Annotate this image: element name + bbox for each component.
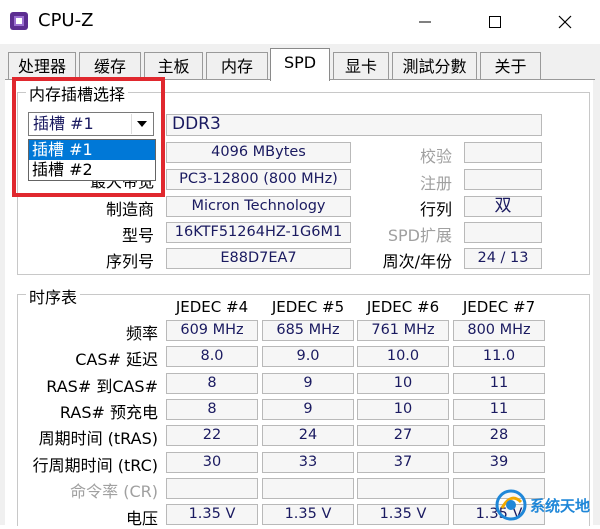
registered-field — [464, 169, 542, 190]
manufacturer-label: 制造商 — [105, 200, 154, 219]
timing-column-header: JEDEC #4 — [175, 298, 249, 316]
timing-cell: 1.35 V — [357, 504, 449, 525]
timing-cell: 22 — [166, 425, 258, 446]
timing-cell: 1.35 V — [166, 504, 258, 525]
ecc-label: 校验 — [419, 147, 452, 166]
memory-type-field: DDR3 — [166, 114, 542, 136]
module-size-field: 4096 MBytes — [166, 142, 351, 163]
title-bar: CPU-Z — [0, 0, 600, 44]
tab-strip: 处理器 缓存 主板 内存 SPD 显卡 測試分數 关于 — [0, 44, 600, 81]
timing-cell: 10 — [357, 373, 449, 394]
maximize-button[interactable] — [466, 0, 524, 44]
close-icon — [558, 15, 572, 29]
cpuz-window: CPU-Z 处理器 缓存 主板 内存 SPD 显卡 測試分數 关于 内存插槽选择… — [0, 0, 600, 528]
timing-row-label: 行周期时间 (tRC) — [32, 456, 158, 475]
timing-row-label: 周期时间 (tRAS) — [38, 429, 158, 448]
tab-bench[interactable]: 測試分數 — [392, 52, 477, 80]
timing-cell: 609 MHz — [166, 320, 258, 341]
timing-cell: 1.35 V — [262, 504, 354, 525]
timing-cell: 39 — [453, 452, 545, 473]
week-year-field: 24 / 13 — [464, 248, 542, 269]
timing-cell: 24 — [262, 425, 354, 446]
watermark-logo-icon — [495, 489, 527, 521]
timing-cell: 37 — [357, 452, 449, 473]
maximize-icon — [489, 16, 501, 28]
timing-cell: 11 — [453, 399, 545, 420]
timing-group-title: 时序表 — [26, 284, 81, 308]
timing-cell: 11 — [453, 373, 545, 394]
close-button[interactable] — [536, 0, 594, 44]
tab-graphics[interactable]: 显卡 — [333, 52, 389, 80]
week-year-label: 周次/年份 — [382, 252, 452, 271]
timing-cell — [357, 478, 449, 499]
manufacturer-field: Micron Technology — [166, 196, 351, 217]
spd-ext-label: SPD扩展 — [387, 226, 452, 245]
timing-cell — [262, 478, 354, 499]
tab-about[interactable]: 关于 — [480, 52, 541, 80]
tab-caches[interactable]: 缓存 — [79, 52, 141, 80]
timing-row-label: RAS# 预充电 — [59, 403, 158, 422]
ranks-field: 双 — [464, 196, 542, 217]
timing-cell: 11.0 — [453, 346, 545, 367]
timing-cell: 9 — [262, 399, 354, 420]
ranks-label: 行列 — [419, 200, 452, 219]
timing-cell: 10.0 — [357, 346, 449, 367]
timing-cell: 8 — [166, 373, 258, 394]
minimize-button[interactable] — [396, 0, 454, 44]
timing-row-label: 电压 — [125, 509, 158, 528]
timing-cell: 10 — [357, 399, 449, 420]
timing-row-label: RAS# 到CAS# — [46, 377, 158, 396]
timing-column-header: JEDEC #6 — [366, 298, 440, 316]
timing-cell: 27 — [357, 425, 449, 446]
highlight-box — [12, 77, 165, 197]
timing-cell: 685 MHz — [262, 320, 354, 341]
site-watermark: 系统天地 — [494, 488, 598, 522]
timing-cell: 8.0 — [166, 346, 258, 367]
part-number-field: 16KTF51264HZ-1G6M1 — [166, 222, 351, 243]
timing-cell: 28 — [453, 425, 545, 446]
cpuz-app-icon — [10, 12, 28, 30]
tab-memory[interactable]: 内存 — [206, 52, 268, 80]
timing-cell: 8 — [166, 399, 258, 420]
timing-column-header: JEDEC #7 — [462, 298, 536, 316]
timing-cell — [166, 478, 258, 499]
timing-row-label: 频率 — [125, 324, 158, 343]
tab-mainboard[interactable]: 主板 — [144, 52, 203, 80]
window-title: CPU-Z — [38, 10, 94, 31]
tab-cpu[interactable]: 处理器 — [8, 52, 76, 80]
timing-cell: 800 MHz — [453, 320, 545, 341]
watermark-text: 系统天地 — [530, 497, 591, 515]
max-bandwidth-field: PC3-12800 (800 MHz) — [166, 169, 351, 190]
tab-spd[interactable]: SPD — [270, 48, 330, 81]
timing-cell: 33 — [262, 452, 354, 473]
timing-row-label: 命令率 (CR) — [70, 482, 158, 501]
timing-cell: 9.0 — [262, 346, 354, 367]
timing-cell: 761 MHz — [357, 320, 449, 341]
timing-column-header: JEDEC #5 — [271, 298, 345, 316]
part-number-label: 型号 — [121, 226, 154, 245]
timing-row-label: CAS# 延迟 — [75, 350, 158, 369]
spd-ext-field — [464, 222, 542, 243]
serial-number-label: 序列号 — [105, 252, 154, 271]
serial-number-field: E88D7EA7 — [166, 248, 351, 269]
ecc-field — [464, 142, 542, 163]
registered-label: 注册 — [419, 174, 452, 193]
minimize-icon — [419, 21, 431, 23]
timing-cell: 30 — [166, 452, 258, 473]
timing-cell: 9 — [262, 373, 354, 394]
